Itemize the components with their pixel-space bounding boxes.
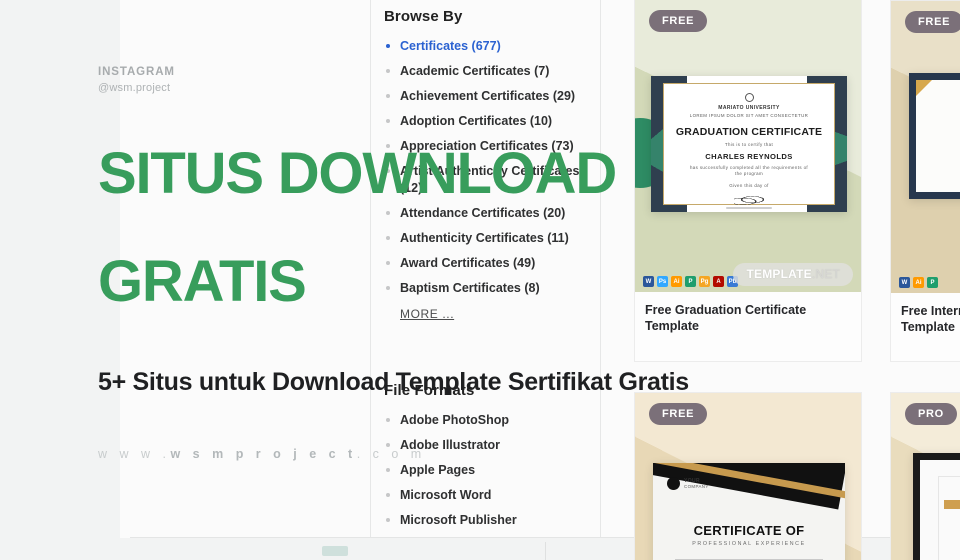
badge-free: FREE xyxy=(649,10,708,32)
facet-item-achievement[interactable]: Achievement Certificates (29) xyxy=(384,88,592,105)
file-format-icons: W Ps Ai P Pg A Pb xyxy=(643,276,738,287)
browse-by-list: Certificates (677) Academic Certificates… xyxy=(384,38,592,297)
facet-item-academic[interactable]: Academic Certificates (7) xyxy=(384,63,592,80)
facet-item-attendance[interactable]: Attendance Certificates (20) xyxy=(384,205,592,222)
template-thumbnail[interactable]: PRO CERTIFICATE xyxy=(891,393,960,560)
footer-divider xyxy=(545,542,546,560)
signature-rule xyxy=(726,207,772,209)
template-card-caption[interactable]: Free Graduation Certificate Template xyxy=(635,292,861,346)
file-formats-panel: File Formats Adobe PhotoShop Adobe Illus… xyxy=(384,382,592,537)
column-divider-right xyxy=(600,0,601,538)
certificate-org: MARIATO UNIVERSITY xyxy=(718,105,780,111)
footer-fragment xyxy=(322,546,348,556)
format-icon-pdf: A xyxy=(713,276,724,287)
facet-item-appreciation[interactable]: Appreciation Certificates (73) xyxy=(384,138,592,155)
company-logo: YOUR COMPANY xyxy=(667,477,709,490)
facet-item-artist-authenticity[interactable]: Artist Authenticity Certificates (12) xyxy=(384,163,592,197)
logo-line-2: COMPANY xyxy=(684,483,709,489)
format-icon-illustrator: Ai xyxy=(913,277,924,288)
browse-by-panel: Browse By Certificates (677) Academic Ce… xyxy=(384,8,592,323)
format-icon-illustrator: Ai xyxy=(671,276,682,287)
facet-item-authenticity[interactable]: Authenticity Certificates (11) xyxy=(384,230,592,247)
certificate-preview: YOUR COMPANY CERTIFICATE OF PROFESSIONAL… xyxy=(653,463,845,560)
certificate-corner-accent xyxy=(916,80,932,96)
signature-mark xyxy=(734,196,764,205)
facet-item-certificates[interactable]: Certificates (677) xyxy=(384,38,592,55)
format-item-apple-pages[interactable]: Apple Pages xyxy=(384,462,592,479)
format-item-photoshop[interactable]: Adobe PhotoShop xyxy=(384,412,592,429)
template-thumbnail[interactable]: FREE MARIATO UNIVERSITY LOREM IPSUM DOLO… xyxy=(635,0,861,292)
format-icon-publisher: P xyxy=(685,276,696,287)
website-screenshot-layer: Browse By Certificates (677) Academic Ce… xyxy=(0,0,960,560)
logo-dot-icon xyxy=(667,477,680,490)
certificate-title: CERTIFICATE xyxy=(909,115,960,122)
facet-item-baptism[interactable]: Baptism Certificates (8) xyxy=(384,280,592,297)
facet-item-award[interactable]: Award Certificates (49) xyxy=(384,255,592,272)
screenshot-canvas: Browse By Certificates (677) Academic Ce… xyxy=(0,0,960,560)
certificate-title: CERTIFICATE OF xyxy=(693,523,805,538)
template-card-professional-experience[interactable]: FREE YOUR COMPANY CERTIFICATE OF PROFESS… xyxy=(634,392,862,560)
template-card-pro[interactable]: PRO CERTIFICATE xyxy=(890,392,960,560)
file-format-icons: W Ai P xyxy=(899,277,938,288)
certificate-title: GRADUATION CERTIFICATE xyxy=(675,126,823,138)
watermark-tld: .NET xyxy=(811,267,840,281)
format-item-illustrator[interactable]: Adobe Illustrator xyxy=(384,437,592,454)
browse-by-more-link[interactable]: MORE ... xyxy=(400,307,454,321)
format-item-ms-publisher[interactable]: Microsoft Publisher xyxy=(384,512,592,529)
certificate-subtitle: PROFESSIONAL EXPERIENCE xyxy=(692,541,806,547)
certificate-presented-to: This is to certify that xyxy=(724,142,774,147)
template-card-graduation[interactable]: FREE MARIATO UNIVERSITY LOREM IPSUM DOLO… xyxy=(634,0,862,362)
format-icon-photoshop: Ps xyxy=(657,276,668,287)
browse-by-heading: Browse By xyxy=(384,8,463,25)
format-icon-word: W xyxy=(643,276,654,287)
seal-icon xyxy=(744,93,754,102)
facet-item-adoption[interactable]: Adoption Certificates (10) xyxy=(384,113,592,130)
badge-free: FREE xyxy=(649,403,708,425)
column-divider-left xyxy=(370,0,371,538)
certificate-org-sub: LOREM IPSUM DOLOR SIT AMET CONSECTETUR xyxy=(689,113,809,118)
format-item-ms-word[interactable]: Microsoft Word xyxy=(384,487,592,504)
watermark-brand: TEMPLATE xyxy=(746,267,812,281)
template-thumbnail[interactable]: FREE YOUR COMPANY CERTIFICATE OF PROFESS… xyxy=(635,393,861,560)
certificate-recipient: CHARLES REYNOLDS xyxy=(705,152,793,161)
certificate-body: has successfully completed all the requi… xyxy=(689,165,809,176)
template-card-international[interactable]: FREE CERTIFICATE W Ai P Free Internation… xyxy=(890,0,960,362)
template-net-watermark: TEMPLATE.NET xyxy=(733,263,853,286)
template-thumbnail[interactable]: FREE CERTIFICATE W Ai P xyxy=(891,1,960,293)
certificate-gold-bar xyxy=(944,500,960,509)
certificate-preview: CERTIFICATE xyxy=(913,453,960,560)
certificate-inner: MARIATO UNIVERSITY LOREM IPSUM DOLOR SIT… xyxy=(663,83,835,209)
format-icon-word: W xyxy=(899,277,910,288)
file-formats-heading: File Formats xyxy=(384,382,475,399)
format-icon-pages: Pg xyxy=(699,276,710,287)
template-card-caption[interactable]: Free International Certificate Template xyxy=(891,293,960,347)
certificate-box xyxy=(938,476,960,560)
certificate-preview: MARIATO UNIVERSITY LOREM IPSUM DOLOR SIT… xyxy=(651,76,847,212)
file-formats-list: Adobe PhotoShop Adobe Illustrator Apple … xyxy=(384,412,592,529)
certificate-date-label: Given this day of xyxy=(729,183,769,188)
certificate-preview: CERTIFICATE xyxy=(909,73,960,199)
badge-pro: PRO xyxy=(905,403,957,425)
format-icon-publisher: P xyxy=(927,277,938,288)
badge-free: FREE xyxy=(905,11,960,33)
